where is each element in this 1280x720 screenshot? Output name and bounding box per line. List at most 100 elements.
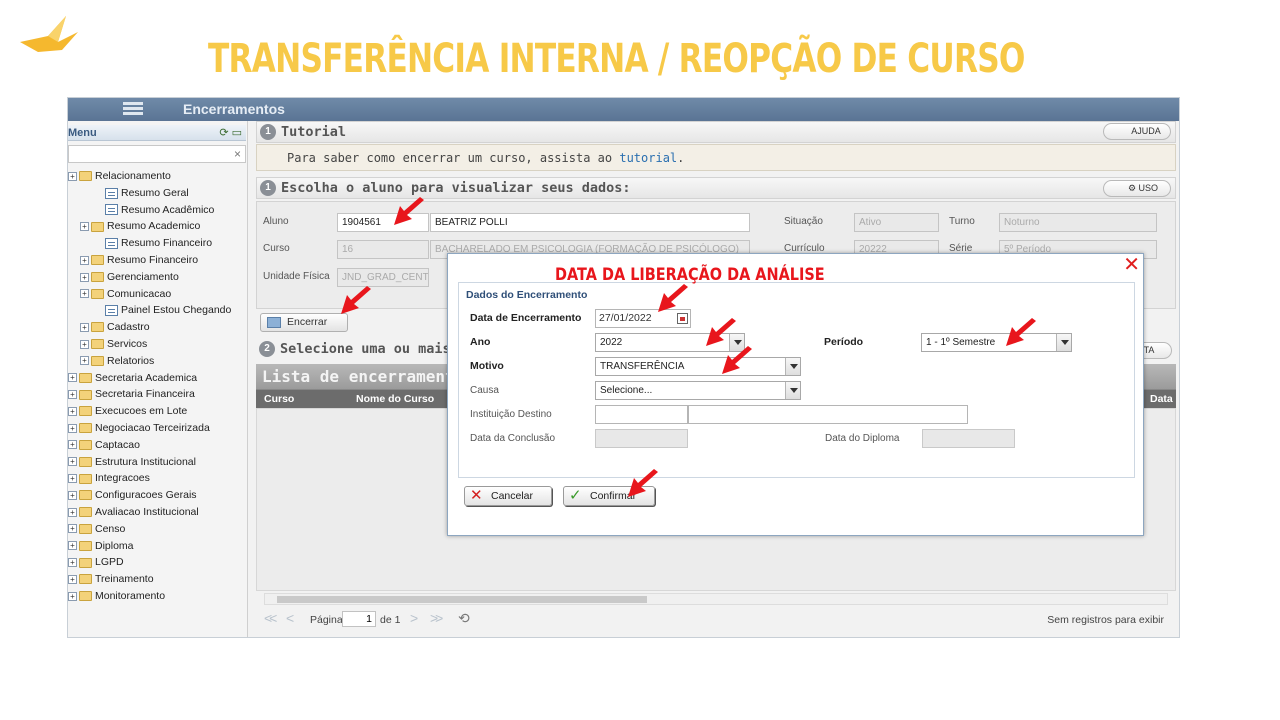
expand-icon[interactable]: + — [80, 222, 89, 232]
sidebar-item-label: LGPD — [95, 556, 124, 569]
sidebar-item[interactable]: + Cadastro — [68, 319, 248, 336]
sidebar-item[interactable]: Resumo Geral — [68, 185, 248, 202]
sidebar-item-label: Estrutura Institucional — [95, 455, 196, 468]
expand-icon[interactable]: + — [68, 423, 77, 433]
expand-icon[interactable]: + — [68, 474, 77, 484]
document-icon — [105, 187, 118, 199]
sidebar-item[interactable]: + Resumo Financeiro — [68, 252, 248, 269]
menu-search-input[interactable]: × — [68, 145, 246, 163]
chevron-down-icon — [785, 358, 800, 375]
sidebar-item[interactable]: + Avaliacao Institucional — [68, 504, 248, 521]
expand-icon[interactable]: + — [80, 339, 89, 349]
sidebar-item[interactable]: Resumo Acadêmico — [68, 202, 248, 219]
uso-button[interactable]: ⚙ USO — [1103, 180, 1171, 197]
sidebar-item-label: Resumo Financeiro — [121, 237, 213, 250]
gear-icon: ⚙ — [1127, 183, 1139, 193]
sidebar-item[interactable]: + Captacao — [68, 437, 248, 454]
expand-icon[interactable]: + — [68, 591, 77, 601]
sidebar-item[interactable]: Resumo Financeiro — [68, 235, 248, 252]
aluno-name-field[interactable]: BEATRIZ POLLI — [430, 213, 750, 232]
hamburger-menu-icon[interactable] — [123, 100, 143, 118]
expand-icon[interactable]: + — [68, 541, 77, 551]
folder-icon — [79, 473, 92, 484]
expand-icon[interactable]: + — [68, 390, 77, 400]
expand-icon[interactable]: + — [80, 322, 89, 332]
sidebar-item-label: Treinamento — [95, 573, 154, 586]
encerrar-button[interactable]: Encerrar — [260, 313, 348, 332]
sidebar-item[interactable]: + Gerenciamento — [68, 269, 248, 286]
expand-icon[interactable]: + — [68, 171, 77, 181]
sidebar-item-label: Integracoes — [95, 472, 150, 485]
last-page-icon[interactable]: >> — [430, 610, 443, 626]
sidebar-item[interactable]: + Servicos — [68, 336, 248, 353]
sidebar-item[interactable]: + Execucoes em Lote — [68, 403, 248, 420]
sidebar-item[interactable]: + Relatorios — [68, 353, 248, 370]
help-button[interactable]: AJUDA — [1103, 123, 1171, 140]
periodo-select[interactable]: 1 - 1º Semestre — [921, 333, 1072, 352]
expand-icon[interactable]: + — [80, 356, 89, 366]
diploma-label: Data do Diploma — [825, 433, 900, 444]
sidebar-item[interactable]: + Negociacao Terceirizada — [68, 420, 248, 437]
red-arrow-icon — [722, 346, 752, 374]
folder-icon — [91, 272, 104, 282]
expand-icon[interactable]: + — [68, 440, 77, 450]
expand-icon[interactable]: + — [68, 507, 77, 517]
slide-title: TRANSFERÊNCIA INTERNA / REOPÇÃO DE CURSO — [208, 36, 1025, 82]
sidebar-item[interactable]: + Secretaria Academica — [68, 370, 248, 387]
column-data[interactable]: Data — [1150, 393, 1173, 405]
first-page-icon[interactable]: << — [264, 610, 277, 626]
expand-icon[interactable]: + — [68, 524, 77, 534]
folder-icon — [91, 288, 104, 299]
cancel-button[interactable]: ✕ Cancelar — [464, 486, 552, 506]
sidebar-item[interactable]: + Treinamento — [68, 571, 248, 588]
sidebar-item[interactable]: Painel Estou Chegando — [68, 302, 248, 319]
sidebar-item[interactable]: + Resumo Academico — [68, 218, 248, 235]
column-nome-curso[interactable]: Nome do Curso — [356, 393, 434, 405]
expand-icon[interactable]: + — [80, 289, 89, 299]
expand-icon[interactable]: + — [80, 255, 89, 265]
calendar-icon[interactable] — [677, 313, 688, 324]
dialog-fieldset: Dados do Encerramento Data de Encerramen… — [458, 282, 1135, 478]
horizontal-scrollbar[interactable] — [264, 593, 1168, 605]
sidebar-item-label: Relacionamento — [95, 170, 171, 182]
next-page-icon[interactable]: > — [410, 610, 418, 626]
sidebar-item[interactable]: + Diploma — [68, 538, 248, 555]
sidebar-item[interactable]: + Configuracoes Gerais — [68, 487, 248, 504]
close-icon[interactable]: ✕ — [1123, 255, 1140, 275]
document-icon — [105, 237, 118, 249]
instituicao-code-input[interactable] — [595, 405, 688, 424]
expand-icon[interactable]: + — [68, 558, 77, 568]
prev-page-icon[interactable]: < — [286, 610, 294, 626]
causa-select[interactable]: Selecione... — [595, 381, 801, 400]
page-title: Encerramentos — [183, 101, 285, 117]
periodo-label: Período — [824, 336, 864, 348]
diploma-field — [922, 429, 1015, 448]
sidebar-item[interactable]: + Monitoramento — [68, 588, 248, 605]
sidebar-item[interactable]: + Integracoes — [68, 470, 248, 487]
sidebar-item-label: Resumo Academico — [107, 220, 201, 233]
student-panel-title: Escolha o aluno para visualizar seus dad… — [281, 180, 631, 196]
expand-icon[interactable]: + — [68, 406, 77, 416]
expand-icon[interactable]: + — [68, 457, 77, 467]
expand-icon[interactable]: + — [80, 272, 89, 282]
sidebar-item[interactable]: + Relacionamento — [68, 168, 248, 185]
folder-icon — [79, 423, 92, 434]
expand-icon[interactable]: + — [68, 574, 77, 584]
motivo-select[interactable]: TRANSFERÊNCIA — [595, 357, 801, 376]
page-input[interactable] — [342, 611, 376, 627]
sidebar-item[interactable]: + Secretaria Financeira — [68, 386, 248, 403]
refresh-icon[interactable]: ⟲ — [458, 610, 470, 627]
sidebar-item[interactable]: + Estrutura Institucional — [68, 454, 248, 471]
sidebar-item[interactable]: + LGPD — [68, 554, 248, 571]
encerramento-dialog: ✕ Dados do Encerramento Data de Encerram… — [447, 253, 1144, 536]
sidebar-item[interactable]: + Comunicacao — [68, 286, 248, 303]
menu-refresh-icon[interactable]: ⟳ ▭ — [219, 126, 242, 139]
motivo-value: TRANSFERÊNCIA — [600, 361, 685, 372]
expand-icon[interactable]: + — [68, 373, 77, 383]
instituicao-name-input[interactable] — [688, 405, 968, 424]
tutorial-link[interactable]: tutorial — [619, 151, 677, 165]
clear-search-icon[interactable]: × — [234, 147, 241, 161]
expand-icon[interactable]: + — [68, 490, 77, 500]
sidebar-item[interactable]: + Censo — [68, 521, 248, 538]
column-curso[interactable]: Curso — [264, 393, 294, 405]
